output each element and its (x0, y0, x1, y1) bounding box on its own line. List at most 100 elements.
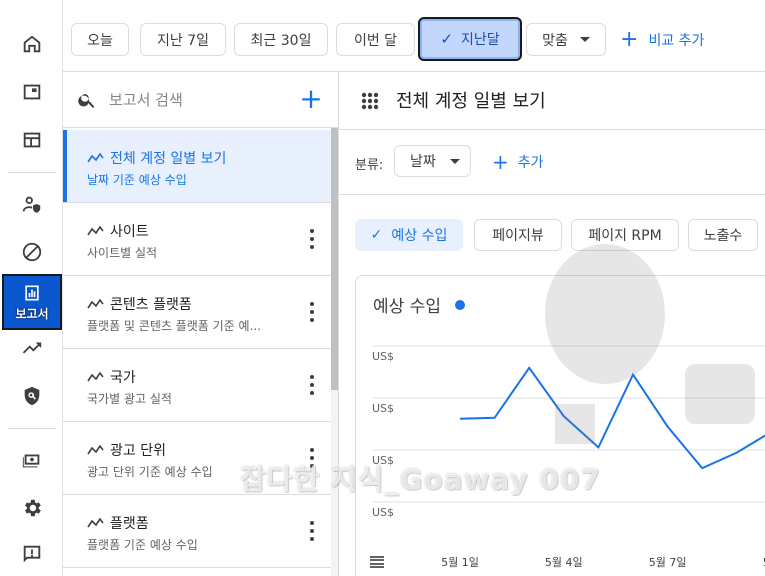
report-item-title-row: 전체 계정 일별 보기 (87, 148, 226, 168)
data-point[interactable] (526, 365, 532, 371)
data-point[interactable] (665, 424, 671, 430)
report-item-subtitle: 국가별 광고 실적 (87, 392, 172, 406)
add-comparison-button[interactable]: + 비교 추가 (620, 23, 704, 56)
payments-icon[interactable] (0, 436, 63, 484)
apps-grid-icon[interactable] (361, 92, 379, 110)
add-dimension-button[interactable]: + 추가 (492, 152, 544, 172)
date-chip-last-month-label: 지난달 (460, 32, 500, 48)
sparkline-icon (87, 444, 104, 455)
series-line-estimated-earnings[interactable] (459, 366, 765, 470)
x-tick-label: 5월 1일 (441, 555, 479, 569)
report-item-platforms[interactable]: 플랫폼 플랫폼 기준 예상 수입 (63, 495, 331, 568)
data-point[interactable] (595, 444, 601, 450)
date-chip-custom[interactable]: 맞춤 (526, 23, 606, 56)
report-item-title: 플랫폼 (110, 516, 149, 532)
report-item-content-platforms[interactable]: 콘텐츠 플랫폼 플랫폼 및 콘텐츠 플랫폼 기준 예... (63, 276, 331, 349)
date-chip-today[interactable]: 오늘 (71, 23, 129, 56)
x-tick-label: 5월 4일 (545, 555, 583, 569)
report-item-subtitle: 플랫폼 및 콘텐츠 플랫폼 기준 예... (87, 319, 262, 333)
metric-chip-label: 예상 수입 (391, 228, 448, 244)
privacy-shield-icon[interactable] (0, 372, 63, 420)
report-search-row: + (63, 72, 338, 128)
report-item-title: 국가 (110, 370, 136, 386)
chevron-down-icon (449, 158, 460, 164)
date-chip-last-month[interactable]: ✓ 지난달 (418, 17, 522, 61)
nav-reports-active[interactable]: 보고서 (2, 274, 62, 330)
home-icon[interactable] (0, 20, 63, 68)
add-comparison-label: 비교 추가 (648, 32, 705, 49)
account-security-icon[interactable] (0, 180, 63, 228)
metric-chip-page-rpm[interactable]: 페이지 RPM (571, 219, 679, 251)
block-icon[interactable] (0, 228, 63, 276)
more-vert-icon[interactable] (309, 375, 315, 395)
sparkline-icon (87, 517, 104, 528)
data-point[interactable] (457, 416, 463, 422)
report-item-title-row: 광고 단위 (87, 440, 166, 460)
sparkline-icon (87, 371, 104, 382)
add-dimension-label: 추가 (517, 155, 544, 171)
report-item-title-row: 국가 (87, 367, 136, 387)
more-vert-icon[interactable] (309, 448, 315, 468)
report-item-ad-units[interactable]: 광고 단위 광고 단위 기준 예상 수입 (63, 422, 331, 495)
y-tick-label: US$ (372, 454, 394, 467)
data-point[interactable] (699, 465, 705, 471)
more-vert-icon[interactable] (309, 302, 315, 322)
metric-chip-pageviews[interactable]: 페이지뷰 (474, 219, 562, 251)
y-tick-label: US$ (372, 402, 394, 415)
y-tick-label: US$ (372, 350, 394, 363)
sparkline-icon (87, 152, 104, 163)
report-main-area: 전체 계정 일별 보기 분류: 날짜 + 추가 ✓ 예상 수입 페이지뷰 페이지… (339, 72, 765, 576)
more-vert-icon[interactable] (309, 521, 315, 541)
date-chip-last-30-days[interactable]: 최근 30일 (234, 23, 328, 56)
report-item-title-row: 콘텐츠 플랫폼 (87, 294, 192, 314)
side-navigation-rail: 보고서 (0, 0, 63, 576)
report-item-subtitle: 플랫폼 기준 예상 수입 (87, 538, 198, 552)
report-list-panel: + 전체 계정 일별 보기 날짜 기준 예상 수입 사이트 사이트별 실적 콘텐… (63, 72, 339, 576)
breakdown-dimension-value: 날짜 (410, 154, 436, 170)
metric-chip-estimated-earnings[interactable]: ✓ 예상 수입 (355, 219, 463, 251)
check-icon: ✓ (440, 30, 453, 48)
report-header: 전체 계정 일별 보기 (339, 72, 765, 130)
breakdown-row: 분류: 날짜 + 추가 (339, 130, 765, 195)
report-item-countries[interactable]: 국가 국가별 광고 실적 (63, 349, 331, 422)
y-tick-label: US$ (372, 506, 394, 519)
layout-icon[interactable] (0, 116, 63, 164)
metric-chip-impressions[interactable]: 노출수 (688, 219, 758, 251)
report-item-title: 광고 단위 (110, 443, 166, 459)
chevron-down-icon (579, 37, 590, 42)
data-point[interactable] (630, 372, 636, 378)
breakdown-dimension-select[interactable]: 날짜 (394, 145, 471, 177)
earnings-chart-card: 예상 수입 US$US$US$US$5월 1일5월 4일5월 7일5월 (355, 275, 765, 576)
report-item-subtitle: 사이트별 실적 (87, 246, 158, 260)
ad-unit-icon[interactable] (0, 68, 63, 116)
sparkline-icon (87, 225, 104, 236)
page-title: 전체 계정 일별 보기 (396, 91, 546, 112)
report-item-title-row: 사이트 (87, 221, 149, 241)
add-report-button[interactable]: + (297, 85, 325, 114)
data-point[interactable] (492, 415, 498, 421)
feedback-icon[interactable] (0, 530, 63, 576)
date-chip-this-month[interactable]: 이번 달 (336, 23, 415, 56)
report-item-title: 전체 계정 일별 보기 (110, 151, 227, 167)
date-chip-custom-label: 맞춤 (542, 32, 568, 49)
report-search-input[interactable] (109, 88, 289, 112)
nav-reports-label: 보고서 (15, 306, 49, 321)
report-item-daily[interactable]: 전체 계정 일별 보기 날짜 기준 예상 수입 (63, 130, 331, 203)
optimize-trending-icon[interactable] (0, 324, 63, 372)
settings-icon[interactable] (0, 484, 63, 532)
report-item-title-row: 플랫폼 (87, 513, 149, 533)
reports-chart-icon (25, 285, 39, 300)
plus-icon: + (620, 26, 639, 52)
date-range-bar: 오늘 지난 7일 최근 30일 이번 달 ✓ 지난달 맞춤 + 비교 추가 (63, 0, 765, 72)
date-chip-last-7-days[interactable]: 지난 7일 (140, 23, 226, 56)
report-item-sites[interactable]: 사이트 사이트별 실적 (63, 203, 331, 276)
search-icon (78, 94, 95, 108)
more-vert-icon[interactable] (309, 229, 315, 249)
line-chart: US$US$US$US$5월 1일5월 4일5월 7일5월 (372, 345, 765, 569)
report-list-scroll-thumb[interactable] (331, 128, 338, 390)
x-tick-label: 5월 7일 (649, 555, 687, 569)
chart-table-toggle-icon[interactable] (370, 556, 384, 568)
data-point[interactable] (561, 413, 567, 419)
plus-icon: + (492, 150, 509, 174)
data-point[interactable] (734, 450, 740, 456)
